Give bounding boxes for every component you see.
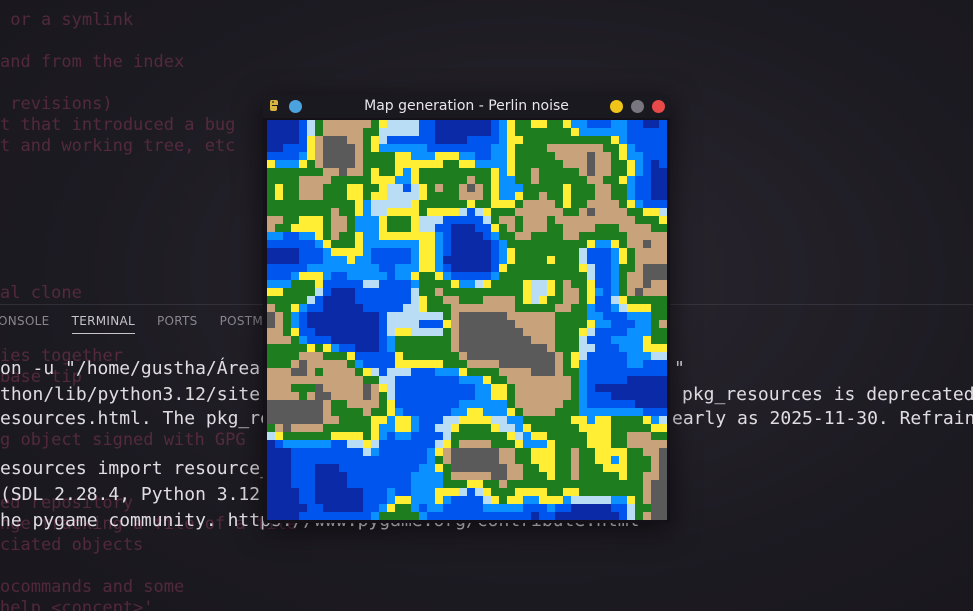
minimize-button[interactable] [610, 100, 623, 113]
perlin-noise-map[interactable] [267, 120, 667, 520]
maximize-button[interactable] [631, 100, 644, 113]
background-text: g object signed with GPG [0, 430, 246, 450]
background-text: ocommands and some [0, 577, 185, 597]
background-text: revisions) [0, 94, 113, 114]
terminal-line: on -u "/home/gustha/Área de [0, 358, 293, 379]
desktop: or a symlink and from the index revision… [0, 0, 973, 611]
background-text: t that introduced a bug [0, 115, 236, 135]
map-canvas[interactable] [267, 120, 667, 520]
panel-tabs: ONSOLE TERMINAL PORTS POSTMA [0, 314, 272, 334]
tab-terminal[interactable]: TERMINAL [71, 314, 135, 334]
background-text: al clone [0, 283, 82, 303]
background-text: help <concept>' [0, 598, 154, 611]
window-title: Map generation - Perlin noise [364, 98, 569, 114]
terminal-line-end: " [674, 358, 685, 379]
terminal-line: esources import resource_str [0, 458, 304, 479]
terminal-line: (SDL 2.28.4, Python 3.12.1 [0, 484, 282, 505]
terminal-line-end: early as 2025-11-30. Refrain fro [672, 408, 973, 429]
close-button[interactable] [652, 100, 665, 113]
pygame-window[interactable]: Map generation - Perlin noise [263, 95, 670, 523]
background-text: ciated objects [0, 535, 144, 555]
terminal-line-end: pkg_resources is deprecated as [682, 384, 973, 405]
background-text: and from the index [0, 52, 185, 72]
background-text: or a symlink [0, 10, 134, 30]
terminal-line: esources.html. The pkg_reso [0, 408, 293, 429]
tab-console[interactable]: ONSOLE [0, 314, 50, 334]
background-text: t and working tree, etc [0, 136, 236, 156]
window-titlebar[interactable]: Map generation - Perlin noise [263, 95, 670, 118]
tab-ports[interactable]: PORTS [157, 314, 198, 334]
terminal-line: thon/lib/python3.12/site-pa [0, 384, 293, 405]
